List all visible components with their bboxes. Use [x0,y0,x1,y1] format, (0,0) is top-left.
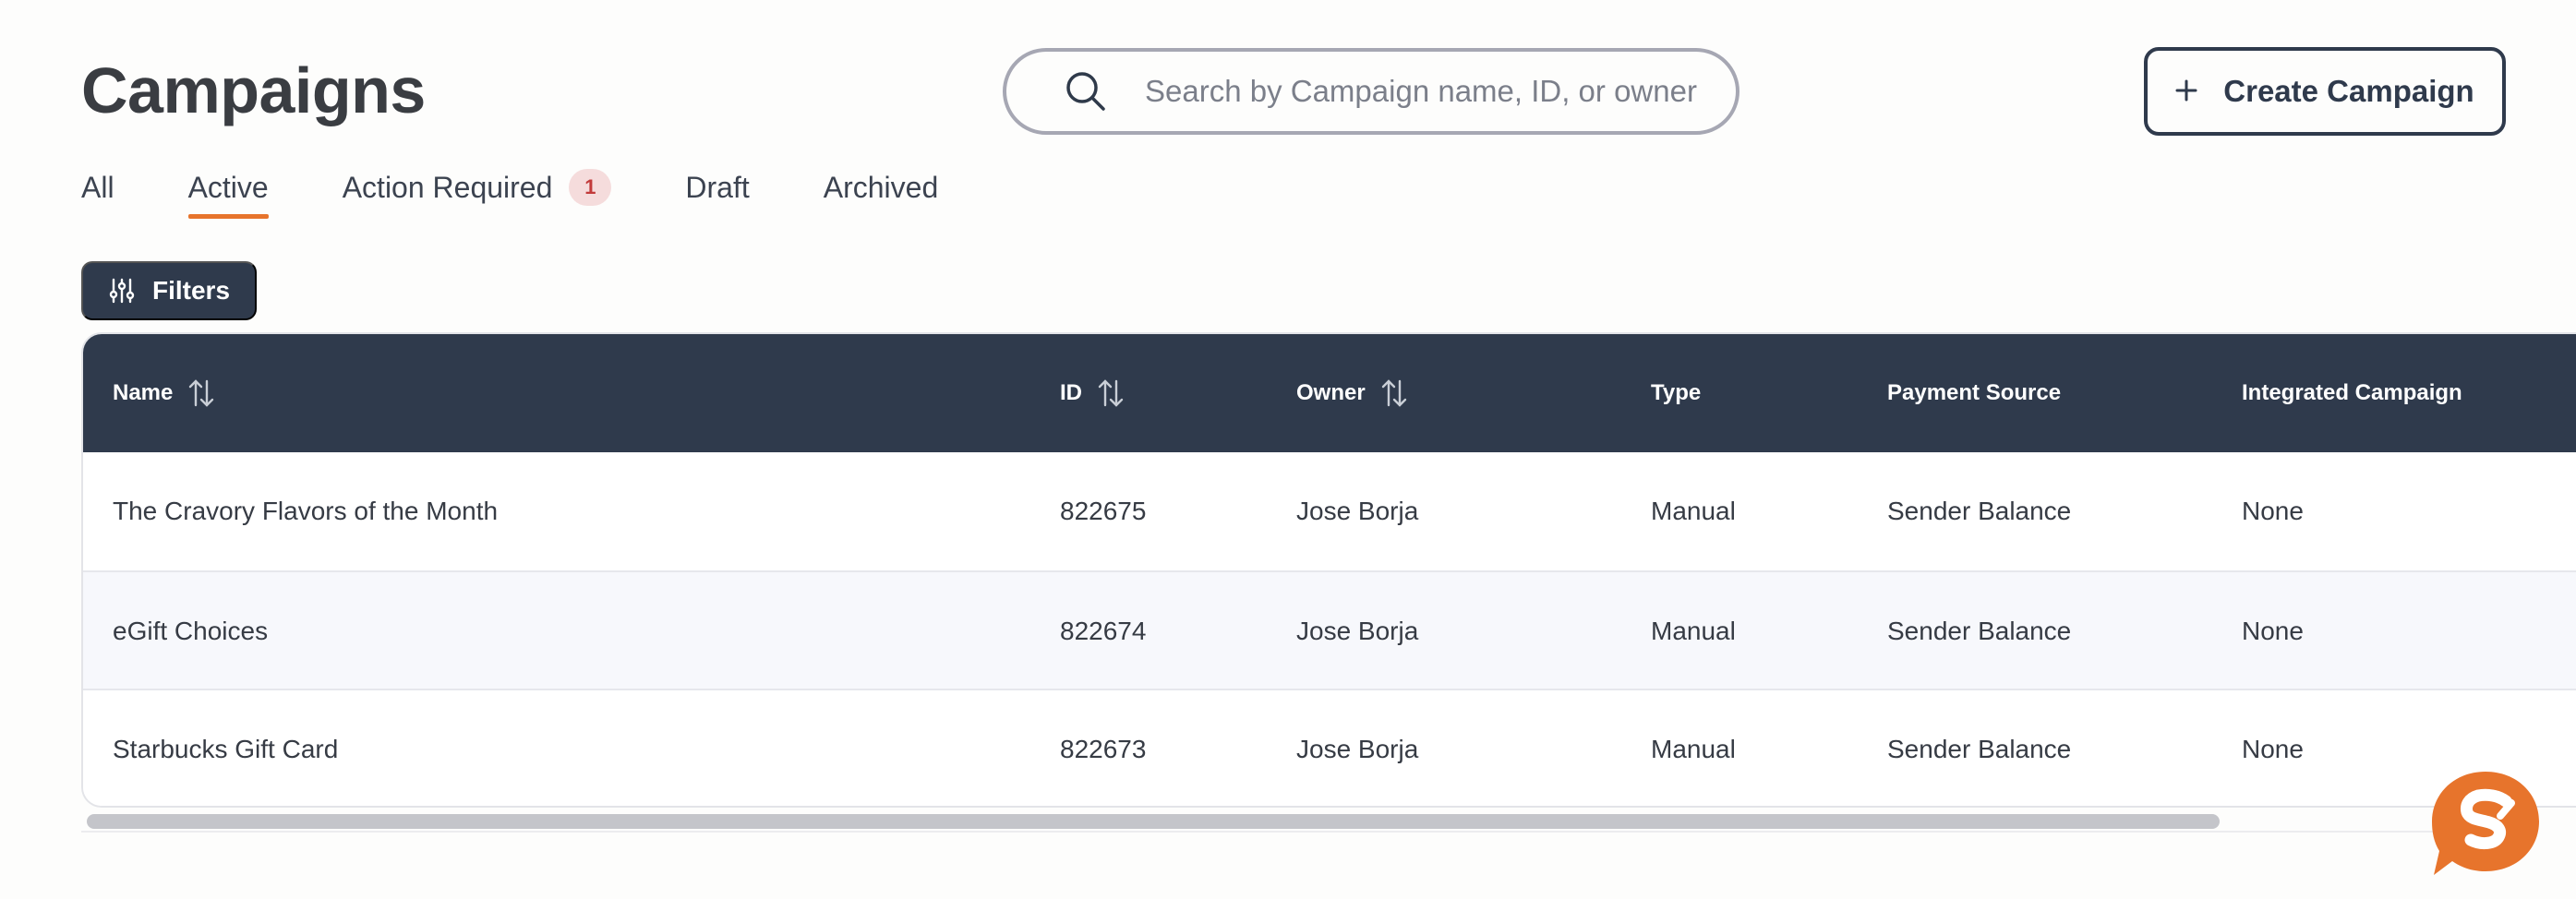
cell-payment-source: Sender Balance [1887,497,2072,525]
column-label: Integrated Campaign [2242,380,2462,405]
tab-action-required[interactable]: Action Required 1 [343,164,612,210]
tab-all[interactable]: All [81,164,114,210]
horizontal-scrollbar[interactable] [81,810,2505,833]
search-box[interactable] [1003,48,1739,135]
column-label: Owner [1296,380,1366,405]
count-badge: 1 [569,169,612,206]
tab-label: Active [187,170,269,204]
cell-owner: Jose Borja [1296,497,1419,525]
tab-draft[interactable]: Draft [685,164,749,210]
create-campaign-button[interactable]: Create Campaign [2144,47,2506,136]
cell-owner: Jose Borja [1296,617,1419,645]
table-row[interactable]: eGift Choices 822674 Jose Borja Manual S… [83,570,2576,689]
table-row[interactable]: Starbucks Gift Card 822673 Jose Borja Ma… [83,689,2576,806]
search-input[interactable] [1145,74,1699,109]
cell-name[interactable]: The Cravory Flavors of the Month [113,452,498,570]
filters-label: Filters [151,276,231,305]
column-header-payment-source: Payment Source [1887,334,2061,452]
column-header-name[interactable]: Name [113,334,217,452]
cell-name[interactable]: Starbucks Gift Card [113,690,338,806]
column-header-id[interactable]: ID [1060,334,1126,452]
campaigns-table: Name ID Owner Type Payment Source Integr… [81,332,2576,808]
table-body: The Cravory Flavors of the Month 822675 … [83,452,2576,806]
status-tabs: All Active Action Required 1 Draft Archi… [81,164,1012,220]
column-label: Payment Source [1887,380,2062,405]
cell-type: Manual [1651,617,1736,645]
table-row[interactable]: The Cravory Flavors of the Month 822675 … [83,452,2576,570]
sliders-icon [109,278,135,304]
column-label: ID [1060,380,1082,405]
tab-label: Action Required [342,170,553,204]
cell-integrated-campaign: None [2242,735,2304,763]
column-header-type: Type [1651,334,1701,452]
create-campaign-label: Create Campaign [2223,74,2474,108]
chat-widget-button[interactable] [2428,766,2544,881]
plus-icon [2175,74,2197,109]
sort-icon[interactable] [1095,378,1126,409]
cell-id: 822673 [1060,735,1147,763]
scrollbar-thumb[interactable] [87,814,2220,829]
sort-icon[interactable] [186,378,217,409]
page-title: Campaigns [81,54,426,126]
cell-name[interactable]: eGift Choices [113,572,268,690]
tab-active[interactable]: Active [187,164,269,219]
cell-id: 822674 [1060,617,1147,645]
tab-label: Draft [685,170,750,204]
cell-owner: Jose Borja [1296,735,1419,763]
column-label: Name [113,380,174,405]
filters-button[interactable]: Filters [81,261,257,320]
table-header: Name ID Owner Type Payment Source Integr… [83,334,2576,452]
column-header-integrated-campaign: Integrated Campaign [2242,334,2462,452]
cell-type: Manual [1651,735,1736,763]
tab-label: All [81,170,114,204]
tab-archived[interactable]: Archived [824,164,939,210]
tab-label: Archived [823,170,939,204]
sort-icon[interactable] [1378,378,1410,409]
column-label: Type [1651,380,1702,405]
cell-payment-source: Sender Balance [1887,735,2072,763]
search-icon [1066,72,1105,111]
cell-integrated-campaign: None [2242,497,2304,525]
cell-type: Manual [1651,497,1736,525]
cell-id: 822675 [1060,497,1147,525]
column-header-owner[interactable]: Owner [1296,334,1410,452]
chat-logo-icon [2432,772,2539,875]
cell-integrated-campaign: None [2242,617,2304,645]
cell-payment-source: Sender Balance [1887,617,2072,645]
